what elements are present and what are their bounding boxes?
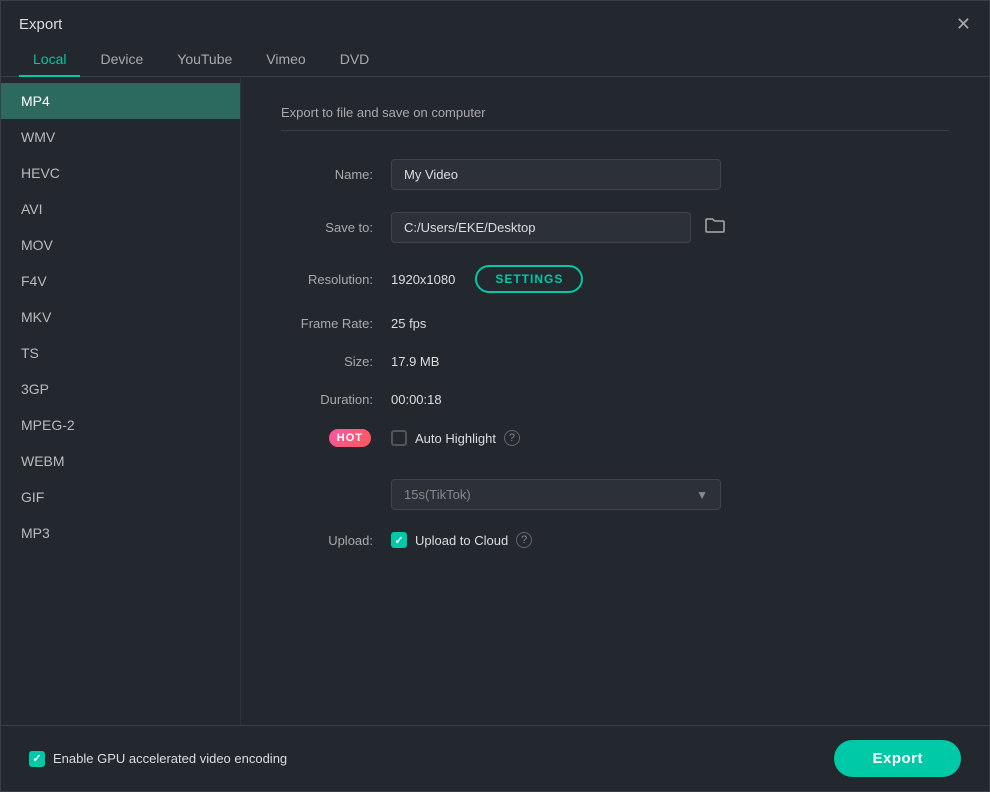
sidebar-item-webm[interactable]: WEBM: [1, 443, 240, 479]
export-dialog: Export ✕ Local Device YouTube Vimeo DVD …: [0, 0, 990, 792]
tab-dvd[interactable]: DVD: [326, 43, 384, 77]
auto-highlight-checkbox-row: Auto Highlight ?: [391, 430, 949, 446]
sidebar-item-mkv[interactable]: MKV: [1, 299, 240, 335]
upload-cloud-checkbox-row: Upload to Cloud ?: [391, 532, 949, 548]
resolution-label: Resolution:: [281, 272, 391, 287]
duration-control: 00:00:18: [391, 391, 949, 407]
auto-highlight-control: Auto Highlight ?: [391, 430, 949, 446]
name-control: [391, 159, 949, 190]
auto-highlight-row: HOT Auto Highlight ?: [281, 429, 949, 447]
sidebar-item-3gp[interactable]: 3GP: [1, 371, 240, 407]
gpu-checkbox[interactable]: [29, 751, 45, 767]
auto-highlight-label-spacer: HOT: [281, 429, 391, 447]
bottom-bar: Enable GPU accelerated video encoding Ex…: [1, 725, 989, 791]
path-input[interactable]: [391, 212, 691, 243]
highlight-dropdown-wrap: 15s(TikTok) ▼: [391, 479, 949, 510]
save-to-label: Save to:: [281, 220, 391, 235]
duration-row: Duration: 00:00:18: [281, 391, 949, 407]
frame-rate-label: Frame Rate:: [281, 316, 391, 331]
upload-label: Upload:: [281, 533, 391, 548]
auto-highlight-checkbox[interactable]: [391, 430, 407, 446]
name-input[interactable]: [391, 159, 721, 190]
resolution-control: 1920x1080 SETTINGS: [391, 265, 949, 293]
sidebar-item-gif[interactable]: GIF: [1, 479, 240, 515]
resolution-row: Resolution: 1920x1080 SETTINGS: [281, 265, 949, 293]
upload-cloud-help-icon[interactable]: ?: [516, 532, 532, 548]
sidebar-item-hevc[interactable]: HEVC: [1, 155, 240, 191]
size-row: Size: 17.9 MB: [281, 353, 949, 369]
duration-value: 00:00:18: [391, 392, 442, 407]
frame-rate-value: 25 fps: [391, 316, 426, 331]
resolution-wrap: 1920x1080 SETTINGS: [391, 265, 949, 293]
auto-highlight-help-icon[interactable]: ?: [504, 430, 520, 446]
hot-badge: HOT: [329, 429, 371, 447]
upload-row: Upload: Upload to Cloud ?: [281, 532, 949, 548]
tab-youtube[interactable]: YouTube: [163, 43, 246, 77]
sidebar-item-mov[interactable]: MOV: [1, 227, 240, 263]
resolution-value: 1920x1080: [391, 272, 455, 287]
gpu-label: Enable GPU accelerated video encoding: [53, 751, 287, 766]
save-to-control: [391, 212, 949, 243]
tab-bar: Local Device YouTube Vimeo DVD: [1, 43, 989, 77]
highlight-duration-dropdown[interactable]: 15s(TikTok) ▼: [391, 479, 721, 510]
frame-rate-row: Frame Rate: 25 fps: [281, 315, 949, 331]
upload-cloud-checkbox[interactable]: [391, 532, 407, 548]
name-label: Name:: [281, 167, 391, 182]
size-label: Size:: [281, 354, 391, 369]
name-row: Name:: [281, 159, 949, 190]
sidebar-item-avi[interactable]: AVI: [1, 191, 240, 227]
chevron-down-icon: ▼: [696, 488, 708, 502]
export-button[interactable]: Export: [834, 740, 961, 777]
sidebar-item-wmv[interactable]: WMV: [1, 119, 240, 155]
close-button[interactable]: ✕: [956, 15, 971, 33]
save-to-row: Save to:: [281, 212, 949, 243]
gpu-row: Enable GPU accelerated video encoding: [29, 751, 287, 767]
frame-rate-control: 25 fps: [391, 315, 949, 331]
tab-local[interactable]: Local: [19, 43, 80, 77]
content-description: Export to file and save on computer: [281, 105, 949, 131]
export-settings: Export to file and save on computer Name…: [241, 77, 989, 725]
sidebar-item-mp3[interactable]: MP3: [1, 515, 240, 551]
upload-control: Upload to Cloud ?: [391, 532, 949, 548]
settings-button[interactable]: SETTINGS: [475, 265, 583, 293]
size-value: 17.9 MB: [391, 354, 439, 369]
save-to-wrap: [391, 212, 949, 243]
sidebar-item-f4v[interactable]: F4V: [1, 263, 240, 299]
dialog-title: Export: [19, 16, 62, 33]
sidebar-item-mpeg2[interactable]: MPEG-2: [1, 407, 240, 443]
title-bar: Export ✕: [1, 1, 989, 43]
tab-device[interactable]: Device: [86, 43, 157, 77]
auto-highlight-checkbox-label: Auto Highlight: [415, 431, 496, 446]
size-control: 17.9 MB: [391, 353, 949, 369]
upload-cloud-label: Upload to Cloud: [415, 533, 508, 548]
dropdown-value: 15s(TikTok): [404, 487, 471, 502]
browse-folder-button[interactable]: [699, 214, 731, 241]
sidebar-item-ts[interactable]: TS: [1, 335, 240, 371]
format-sidebar: MP4 WMV HEVC AVI MOV F4V MKV TS 3GP MPEG…: [1, 77, 241, 725]
sidebar-item-mp4[interactable]: MP4: [1, 83, 240, 119]
duration-label: Duration:: [281, 392, 391, 407]
tab-vimeo[interactable]: Vimeo: [252, 43, 319, 77]
main-content: MP4 WMV HEVC AVI MOV F4V MKV TS 3GP MPEG…: [1, 77, 989, 725]
